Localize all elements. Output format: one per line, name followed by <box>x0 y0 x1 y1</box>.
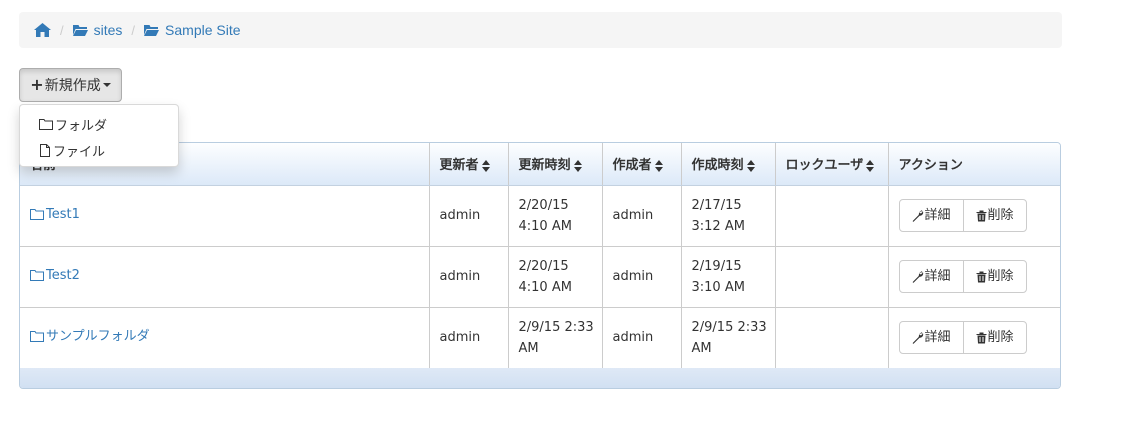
file-table-panel: 名前 更新者 更新時刻 作成者 作成時刻 ロックユーザ アクション Test1 … <box>19 142 1061 389</box>
breadcrumb: / sites / Sample Site <box>19 12 1062 48</box>
breadcrumb-item-sites[interactable]: sites <box>72 22 123 38</box>
sort-icon <box>481 159 490 172</box>
cell-updated-by: admin <box>429 246 509 308</box>
table-row: Test1 admin 2/20/15 4:10 AM admin 2/17/1… <box>20 185 1060 247</box>
breadcrumb-item-sample-site[interactable]: Sample Site <box>144 22 241 38</box>
sort-icon <box>573 159 582 172</box>
wrench-icon <box>912 209 923 222</box>
column-header-updated-at[interactable]: 更新時刻 <box>508 143 603 186</box>
item-link[interactable]: サンプルフォルダ <box>30 326 150 347</box>
menu-item-label: ファイル <box>53 144 106 160</box>
folder-icon <box>39 118 53 130</box>
column-header-created-by[interactable]: 作成者 <box>602 143 682 186</box>
cell-actions: 詳細 削除 <box>888 307 1060 369</box>
new-button-label: 新規作成 <box>44 78 101 94</box>
sort-icon <box>746 159 755 172</box>
file-icon <box>40 143 50 157</box>
detail-button[interactable]: 詳細 <box>898 321 964 354</box>
cell-updated-at: 2/20/15 4:10 AM <box>508 246 603 308</box>
breadcrumb-item-label: sites <box>93 22 123 38</box>
breadcrumb-item-label: Sample Site <box>165 22 241 38</box>
cell-created-at: 2/19/15 3:10 AM <box>681 246 776 308</box>
cell-created-at: 2/9/15 2:33 AM <box>681 307 776 369</box>
action-button-group: 詳細 削除 <box>898 321 1027 354</box>
column-header-updated-by[interactable]: 更新者 <box>429 143 509 186</box>
trash-icon <box>976 271 987 282</box>
cell-created-by: admin <box>602 307 682 369</box>
detail-button[interactable]: 詳細 <box>898 260 964 293</box>
folder-icon <box>30 331 44 342</box>
cell-name: Test2 <box>20 246 430 308</box>
folder-icon <box>30 209 44 220</box>
sort-icon <box>866 159 875 172</box>
breadcrumb-separator: / <box>131 22 136 38</box>
column-header-lock-user[interactable]: ロックユーザ <box>775 143 889 186</box>
cell-updated-at: 2/9/15 2:33 AM <box>508 307 603 369</box>
breadcrumb-home[interactable] <box>34 23 51 37</box>
delete-button[interactable]: 削除 <box>962 321 1027 354</box>
wrench-icon <box>912 270 923 283</box>
table-row: Test2 admin 2/20/15 4:10 AM admin 2/19/1… <box>20 246 1060 308</box>
cell-lock-user <box>775 307 889 369</box>
menu-item-label: フォルダ <box>55 118 108 134</box>
cell-name: Test1 <box>20 185 430 247</box>
folder-icon <box>30 270 44 281</box>
cell-name: サンプルフォルダ <box>20 307 430 369</box>
cell-updated-by: admin <box>429 307 509 369</box>
new-dropdown-menu: フォルダ ファイル <box>19 104 179 167</box>
home-icon <box>34 23 51 37</box>
new-button[interactable]: + 新規作成 <box>19 68 122 102</box>
delete-button[interactable]: 削除 <box>962 199 1027 232</box>
cell-created-by: admin <box>602 185 682 247</box>
cell-actions: 詳細 削除 <box>888 185 1060 247</box>
cell-actions: 詳細 削除 <box>888 246 1060 308</box>
delete-button[interactable]: 削除 <box>962 260 1027 293</box>
trash-icon <box>976 332 987 343</box>
menu-item-folder[interactable]: フォルダ <box>20 111 178 137</box>
cell-updated-by: admin <box>429 185 509 247</box>
file-table: 名前 更新者 更新時刻 作成者 作成時刻 ロックユーザ アクション Test1 … <box>20 143 1060 369</box>
folder-open-icon <box>72 25 88 36</box>
trash-icon <box>976 210 987 221</box>
cell-lock-user <box>775 185 889 247</box>
column-header-created-at[interactable]: 作成時刻 <box>681 143 776 186</box>
detail-button[interactable]: 詳細 <box>898 199 964 232</box>
cell-updated-at: 2/20/15 4:10 AM <box>508 185 603 247</box>
cell-created-at: 2/17/15 3:12 AM <box>681 185 776 247</box>
column-header-actions: アクション <box>888 143 1060 186</box>
action-button-group: 詳細 削除 <box>898 260 1027 293</box>
breadcrumb-separator: / <box>60 22 64 38</box>
table-footer <box>20 368 1060 388</box>
plus-icon: + <box>30 75 44 94</box>
table-row: サンプルフォルダ admin 2/9/15 2:33 AM admin 2/9/… <box>20 307 1060 369</box>
sort-icon <box>654 159 663 172</box>
action-button-group: 詳細 削除 <box>898 199 1027 232</box>
menu-item-file[interactable]: ファイル <box>20 137 178 163</box>
item-link[interactable]: Test1 <box>30 204 80 225</box>
wrench-icon <box>912 331 923 344</box>
item-link[interactable]: Test2 <box>30 265 80 286</box>
cell-created-by: admin <box>602 246 682 308</box>
cell-lock-user <box>775 246 889 308</box>
caret-down-icon <box>102 83 111 87</box>
folder-open-icon <box>144 25 160 36</box>
